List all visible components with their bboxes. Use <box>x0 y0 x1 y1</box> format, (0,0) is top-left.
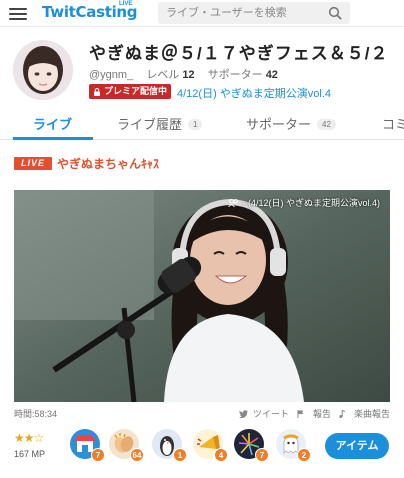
tab-history[interactable]: ライブ履歴 1 <box>117 114 203 133</box>
report-link[interactable]: 報告 <box>297 409 331 419</box>
item-clap-count: 64 <box>130 448 144 462</box>
event-link[interactable]: 4/12(日) やぎぬま定期公演vol.4 <box>177 85 331 101</box>
logo-live-label: LIVE <box>119 1 133 7</box>
share-links: ツイート 報告 楽曲報告 <box>239 407 390 420</box>
menu-icon[interactable] <box>9 5 27 21</box>
active-tab-indicator <box>13 137 93 140</box>
tab-live-label: ライブ <box>33 117 73 132</box>
top-bar: TwitCasting LIVE <box>0 0 404 27</box>
live-badge: LIVE <box>14 157 52 170</box>
video-overlay-label: - (4/12(日) やぎぬま定期公演vol.4) <box>242 198 380 208</box>
supporter-label: サポーター <box>207 69 263 81</box>
twitter-icon <box>239 410 249 419</box>
profile-meta: @ygnm_ レベル 12 サポーター 42 <box>89 66 278 82</box>
supporter-value: 42 <box>265 69 278 81</box>
music-note-icon <box>339 409 346 418</box>
user-id[interactable]: @ygnm_ <box>89 69 133 81</box>
tweet-link[interactable]: ツイート <box>253 409 289 419</box>
item-penguin-count: 1 <box>173 448 187 462</box>
item-clap[interactable]: 64 <box>109 429 144 462</box>
tab-community[interactable]: コミ <box>382 114 404 133</box>
tab-supporters[interactable]: サポーター 42 <box>246 114 336 133</box>
item-store-count: 7 <box>91 448 105 462</box>
level-value: 12 <box>182 69 195 81</box>
music-report-label: 楽曲報告 <box>353 409 390 419</box>
broadcaster-title: やぎぬま＠５/１７やぎフェス＆５/２ <box>89 44 389 63</box>
item-horn[interactable]: 4 <box>193 429 228 462</box>
tab-supporters-count: 42 <box>317 119 336 130</box>
search-icon[interactable] <box>328 6 342 20</box>
lock-icon <box>94 87 100 96</box>
elapsed-time: 時間:58:34 <box>14 409 58 419</box>
level-label: レベル <box>146 69 180 81</box>
search-box[interactable] <box>158 2 350 24</box>
video-frame <box>14 190 390 402</box>
premium-badge-label: プレミア配信中 <box>104 86 168 96</box>
item-horn-count: 4 <box>214 448 228 462</box>
item-store[interactable]: 7 <box>70 429 105 462</box>
viewers-icon <box>228 199 239 207</box>
live-title: やぎぬまちゃんｷｬｽ <box>57 157 160 171</box>
item-firework-count: 7 <box>255 448 269 462</box>
report-label: 報告 <box>312 409 331 419</box>
music-report-link[interactable]: 楽曲報告 <box>339 409 390 419</box>
flag-icon <box>297 410 304 418</box>
tab-history-count: 1 <box>188 119 203 130</box>
avatar[interactable] <box>13 40 73 100</box>
item-firework[interactable]: 7 <box>234 429 269 462</box>
item-ghost-count: 2 <box>297 448 311 462</box>
premium-badge: プレミア配信中 <box>89 84 172 99</box>
video-overlay-text: - (4/12(日) やぎぬま定期公演vol.4) <box>228 196 380 209</box>
item-penguin[interactable]: 1 <box>152 429 187 462</box>
item-ghost[interactable]: 2 <box>276 429 311 462</box>
video-player[interactable]: - (4/12(日) やぎぬま定期公演vol.4) <box>14 190 390 402</box>
search-input[interactable] <box>166 5 316 21</box>
tab-community-label: コミ <box>382 117 404 132</box>
mp-value: 167 MP <box>14 449 46 459</box>
tab-live[interactable]: ライブ <box>33 114 72 133</box>
rating-stars: ★★☆ <box>14 431 44 445</box>
tab-supporters-label: サポーター <box>246 117 312 132</box>
item-button[interactable]: アイテム <box>325 433 389 459</box>
tab-history-label: ライブ履歴 <box>117 117 183 132</box>
tab-bar: ライブ ライブ履歴 1 サポーター 42 コミ <box>0 106 404 140</box>
